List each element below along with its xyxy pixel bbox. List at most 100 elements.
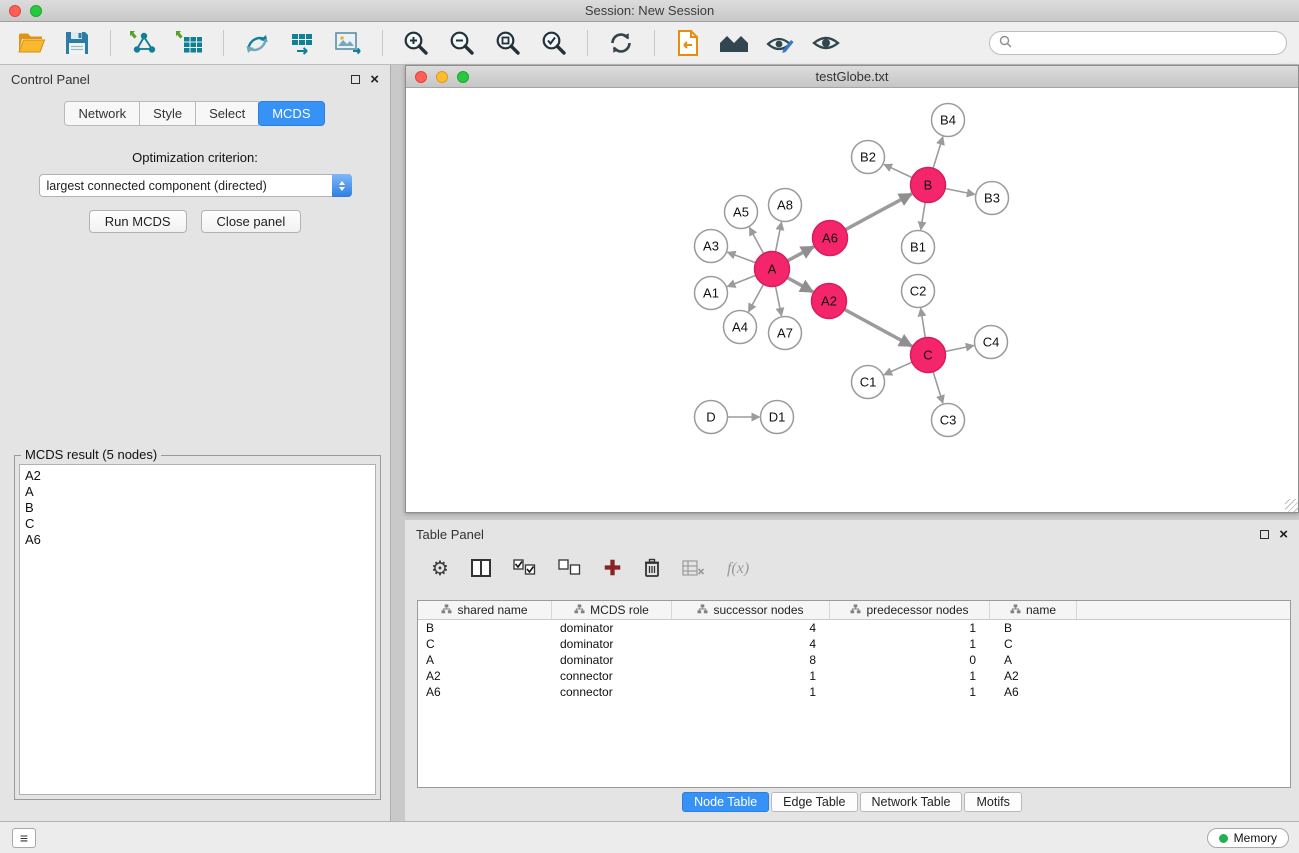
network-graph[interactable]: B4 B2 B B3 A5 A8 A6 B1 A3 A C2 A1 A2 A4 A7 C4 C C1 C3 D D1: [406, 88, 1298, 512]
column-header-MCDS-role[interactable]: MCDS role: [552, 601, 672, 619]
resize-grip[interactable]: [1285, 499, 1298, 512]
graph-edge-C-C1[interactable]: [884, 362, 912, 375]
close-panel-icon[interactable]: ×: [370, 72, 379, 87]
tab-style[interactable]: Style: [139, 101, 196, 126]
graph-edge-A2-C[interactable]: [844, 309, 911, 346]
graph-edge-A-A2[interactable]: [787, 278, 813, 292]
graph-edge-A-A1[interactable]: [727, 275, 755, 286]
task-history-button[interactable]: ≡: [12, 828, 36, 848]
close-table-panel-icon[interactable]: ×: [1279, 527, 1288, 542]
column-header-successor-nodes[interactable]: successor nodes: [672, 601, 830, 619]
mcds-result-item[interactable]: A2: [20, 468, 375, 484]
export-network-icon[interactable]: [238, 26, 276, 60]
show-columns-icon[interactable]: [471, 559, 491, 580]
graph-node-C2[interactable]: C2: [902, 275, 935, 308]
graph-edge-A-A5[interactable]: [749, 227, 763, 253]
graph-node-A4[interactable]: A4: [724, 311, 757, 344]
graph-node-C1[interactable]: C1: [852, 366, 885, 399]
import-network-from-file-icon[interactable]: [125, 26, 163, 60]
graph-node-C3[interactable]: C3: [932, 404, 965, 437]
graph-edge-B-B3[interactable]: [945, 189, 975, 195]
graph-node-B3[interactable]: B3: [976, 182, 1009, 215]
import-table-from-file-icon[interactable]: [171, 26, 209, 60]
home-icon[interactable]: [715, 26, 753, 60]
graph-node-A5[interactable]: A5: [725, 196, 758, 229]
tab-network[interactable]: Network: [64, 101, 140, 126]
new-document-icon[interactable]: [669, 26, 707, 60]
column-header-shared-name[interactable]: shared name: [418, 601, 552, 619]
network-window-titlebar[interactable]: testGlobe.txt: [406, 66, 1298, 88]
graph-node-A2[interactable]: A2: [812, 284, 847, 319]
mcds-result-item[interactable]: B: [20, 500, 375, 516]
show-all-eye-icon[interactable]: [807, 26, 845, 60]
table-row[interactable]: A2connector11A2: [418, 668, 1290, 684]
run-mcds-button[interactable]: Run MCDS: [89, 210, 187, 233]
save-session-icon[interactable]: [58, 26, 96, 60]
graph-node-B4[interactable]: B4: [932, 104, 965, 137]
graph-edge-C-C3[interactable]: [933, 372, 943, 404]
graph-edge-A-A8[interactable]: [776, 222, 782, 252]
search-box[interactable]: [989, 31, 1287, 55]
export-image-icon[interactable]: [330, 26, 368, 60]
graph-node-D1[interactable]: D1: [761, 401, 794, 434]
graph-node-B[interactable]: B: [911, 168, 946, 203]
refresh-icon[interactable]: [602, 26, 640, 60]
delete-column-trash-icon[interactable]: [644, 558, 660, 581]
unselect-all-columns-icon[interactable]: [558, 559, 581, 579]
graph-edge-A-A6[interactable]: [787, 247, 813, 261]
table-settings-gear-icon[interactable]: ⚙: [431, 559, 449, 579]
tab-edge-table[interactable]: Edge Table: [771, 792, 857, 812]
graph-node-A1[interactable]: A1: [695, 277, 728, 310]
graph-edge-A6-B[interactable]: [845, 194, 911, 230]
graph-node-B1[interactable]: B1: [902, 231, 935, 264]
zoom-selected-icon[interactable]: [535, 26, 573, 60]
mcds-result-item[interactable]: A6: [20, 532, 375, 548]
graph-node-A6[interactable]: A6: [813, 221, 848, 256]
graph-node-C[interactable]: C: [911, 338, 946, 373]
column-header-name[interactable]: name: [990, 601, 1077, 619]
tab-network-table[interactable]: Network Table: [860, 792, 963, 812]
optimization-criterion-select[interactable]: largest connected component (directed): [39, 174, 352, 197]
table-row[interactable]: A6connector11A6: [418, 684, 1290, 700]
zoom-fit-icon[interactable]: [489, 26, 527, 60]
close-panel-button[interactable]: Close panel: [201, 210, 302, 233]
graph-edge-C-C2[interactable]: [921, 308, 926, 337]
mcds-result-item[interactable]: C: [20, 516, 375, 532]
table-row[interactable]: Bdominator41B: [418, 620, 1290, 636]
graph-node-A8[interactable]: A8: [769, 189, 802, 222]
graph-node-A7[interactable]: A7: [769, 317, 802, 350]
graph-node-D[interactable]: D: [695, 401, 728, 434]
graph-edge-B-B1[interactable]: [921, 202, 925, 229]
tab-mcds[interactable]: MCDS: [258, 101, 324, 126]
zoom-out-icon[interactable]: [443, 26, 481, 60]
graph-node-B2[interactable]: B2: [852, 141, 885, 174]
column-header-predecessor-nodes[interactable]: predecessor nodes: [830, 601, 990, 619]
graph-edge-C-C4[interactable]: [945, 346, 974, 352]
graph-edge-A-A7[interactable]: [776, 286, 782, 316]
float-panel-icon[interactable]: [351, 75, 360, 84]
select-all-columns-icon[interactable]: [513, 559, 536, 579]
hide-selected-icon[interactable]: [761, 26, 799, 60]
tab-select[interactable]: Select: [195, 101, 259, 126]
function-builder-icon[interactable]: f(x): [727, 560, 749, 578]
network-canvas[interactable]: B4 B2 B B3 A5 A8 A6 B1 A3 A C2 A1 A2 A4 A7 C4 C C1 C3 D D1: [406, 88, 1298, 512]
node-table[interactable]: shared nameMCDS rolesuccessor nodesprede…: [417, 600, 1291, 788]
graph-edge-A-A3[interactable]: [727, 252, 755, 263]
float-table-panel-icon[interactable]: [1260, 530, 1269, 539]
table-row[interactable]: Cdominator41C: [418, 636, 1290, 652]
open-session-icon[interactable]: [12, 26, 50, 60]
export-table-icon[interactable]: [284, 26, 322, 60]
graph-node-A3[interactable]: A3: [695, 230, 728, 263]
delete-table-icon[interactable]: [682, 560, 705, 579]
graph-node-C4[interactable]: C4: [975, 326, 1008, 359]
create-column-plus-icon[interactable]: [603, 558, 622, 580]
zoom-in-icon[interactable]: [397, 26, 435, 60]
graph-edge-B-B2[interactable]: [884, 164, 912, 177]
search-input[interactable]: [1017, 36, 1277, 50]
graph-edge-B-B4[interactable]: [933, 137, 943, 169]
graph-node-A[interactable]: A: [755, 252, 790, 287]
mcds-result-item[interactable]: A: [20, 484, 375, 500]
tab-node-table[interactable]: Node Table: [682, 792, 769, 812]
table-row[interactable]: Adominator80A: [418, 652, 1290, 668]
memory-button[interactable]: Memory: [1207, 828, 1289, 848]
